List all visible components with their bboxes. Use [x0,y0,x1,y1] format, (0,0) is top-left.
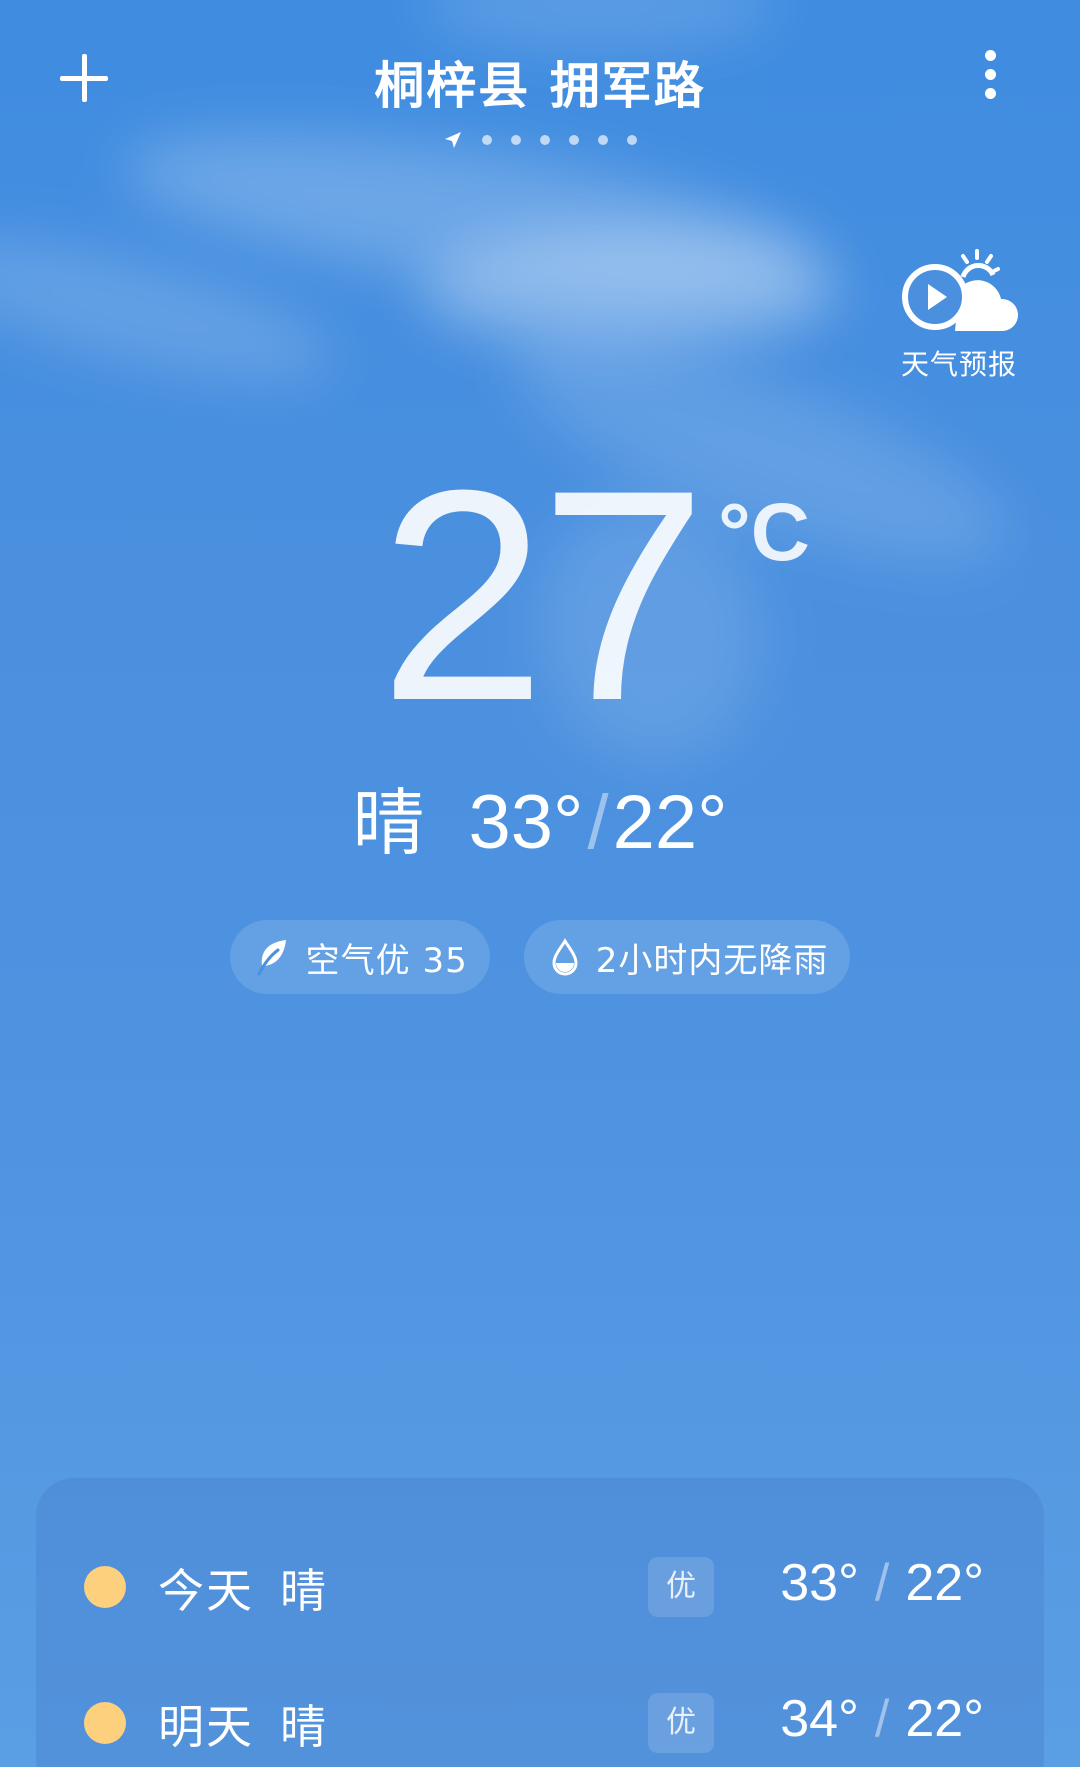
day-temperature-range: 34° / 22° [780,1689,984,1749]
separator-slash: / [874,1554,890,1612]
dot-icon [984,50,996,61]
day-temperature-range: 33° / 22° [780,1553,984,1613]
page-dot [569,135,579,145]
city-page-indicator[interactable] [0,130,1080,150]
daily-row-tomorrow[interactable]: 明天晴 优 34° / 22° [36,1681,1044,1761]
weather-forecast-video-button[interactable]: 天气预报 [894,245,1024,383]
page-dot [627,135,637,145]
page-dot [482,135,492,145]
separator-slash: / [587,780,609,865]
daily-forecast-card[interactable]: 今天晴 优 33°/22° 明天晴 优 34°/22° [36,1478,1044,1767]
water-drop-icon [552,938,578,976]
page-dot [511,135,521,145]
day-name: 明天 [158,1700,254,1754]
dot-icon [984,88,996,99]
day-name: 今天 [158,1564,254,1618]
air-quality-label: 空气优 35 [305,940,468,981]
cloud-wisp [420,230,840,350]
day-label: 今天晴 [158,1555,328,1621]
daily-row-today[interactable]: 今天晴 优 33° / 22° [36,1545,1044,1625]
air-quality-chip[interactable]: 空气优 35 [229,920,490,994]
aqi-badge: 优 [648,1693,714,1753]
page-dot [598,135,608,145]
forecast-video-label: 天气预报 [900,348,1017,381]
day-low: 22° [905,1554,984,1612]
current-temperature: 27 [379,427,707,763]
day-label: 明天晴 [158,1691,328,1757]
day-low: 22° [905,1690,984,1748]
play-cloud-sun-icon [902,249,1019,331]
rain-forecast-chip[interactable]: 2小时内无降雨 [523,920,851,994]
today-summary: 晴 33°/22° [0,778,1080,868]
info-chips: 空气优 35 2小时内无降雨 [0,920,1080,994]
today-high: 33° [468,780,584,865]
aqi-badge: 优 [648,1557,714,1617]
location-title[interactable]: 桐梓县 拥军路 [0,46,1080,118]
day-high: 33° [780,1554,859,1612]
separator-slash: / [874,1690,890,1748]
sunny-icon [84,1702,126,1744]
sunny-icon [84,1566,126,1608]
leaf-icon [257,940,286,976]
current-condition: 晴 [352,781,425,865]
today-low: 22° [612,780,728,865]
location-arrow-icon [445,132,461,148]
rain-forecast-label: 2小时内无降雨 [595,940,829,981]
weather-screen: 桐梓县 拥军路 天气预报 27 °C 晴 33°/22° 空气优 35 2小时内… [0,0,1080,1767]
day-condition: 晴 [280,1700,328,1754]
top-bar: 桐梓县 拥军路 [0,40,1080,120]
temperature-unit: °C [718,487,811,578]
dot-icon [984,69,996,80]
day-condition: 晴 [280,1564,328,1618]
more-options-button[interactable] [980,50,1000,108]
page-dot [540,135,550,145]
day-high: 34° [780,1690,859,1748]
